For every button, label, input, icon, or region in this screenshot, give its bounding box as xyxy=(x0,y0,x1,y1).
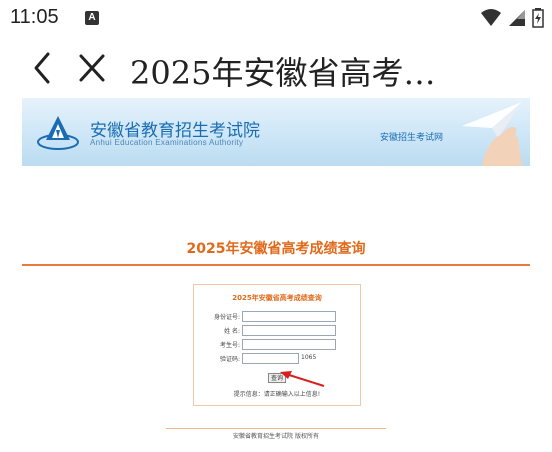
status-icons xyxy=(480,8,544,28)
close-icon xyxy=(79,54,105,82)
exam-number-label: 考生号: xyxy=(219,342,240,349)
back-button[interactable] xyxy=(28,50,60,86)
hint-text: 提示信息：请正确输入以上信息! xyxy=(233,391,321,398)
name-label: 姓 名: xyxy=(224,328,240,335)
wifi-icon xyxy=(481,9,501,26)
site-banner: 安徽省教育招生考试院 Anhui Education Examinations … xyxy=(22,98,530,166)
battery-icon xyxy=(532,8,544,28)
close-button[interactable] xyxy=(76,50,108,86)
status-time: 11:05 xyxy=(10,6,59,28)
notification-a-icon: A xyxy=(85,11,99,25)
score-query-form: 2025年安徽省高考成绩查询 身份证号: 姓 名: 考生号: 验证码: 1065… xyxy=(193,284,361,406)
name-input[interactable] xyxy=(242,325,336,336)
exam-authority-logo-icon xyxy=(37,116,79,150)
id-number-row: 身份证号: xyxy=(194,311,360,322)
heading-divider xyxy=(22,264,530,266)
footer-copyright: 安徽省教育招生考试院 版权所有 xyxy=(233,433,319,440)
page-heading: 2025年安徽省高考成绩查询 xyxy=(186,241,366,257)
browser-toolbar: 2025年安徽省高考… xyxy=(0,36,552,100)
captcha-code[interactable]: 1065 xyxy=(301,354,316,361)
form-title: 2025年安徽省高考成绩查询 xyxy=(232,294,322,302)
red-arrow-icon xyxy=(280,371,325,387)
captcha-input[interactable] xyxy=(242,353,299,364)
chevron-left-icon xyxy=(34,52,50,84)
name-row: 姓 名: xyxy=(194,325,360,336)
signal-icon xyxy=(509,10,525,26)
id-number-input[interactable] xyxy=(242,311,336,322)
exam-number-input[interactable] xyxy=(242,339,336,350)
footer-divider xyxy=(166,428,386,429)
page-title: 2025年安徽省高考… xyxy=(130,54,436,92)
banner-site-name: 安徽招生考试网 xyxy=(380,133,444,143)
captcha-label: 验证码: xyxy=(219,356,240,363)
captcha-row: 验证码: 1065 xyxy=(194,353,360,364)
banner-org-name-en: Anhui Education Examinations Authority xyxy=(90,138,244,147)
exam-number-row: 考生号: xyxy=(194,339,360,350)
id-number-label: 身份证号: xyxy=(213,314,240,321)
status-bar: 11:05 A xyxy=(0,0,552,36)
paper-plane-hand-icon xyxy=(462,102,522,166)
